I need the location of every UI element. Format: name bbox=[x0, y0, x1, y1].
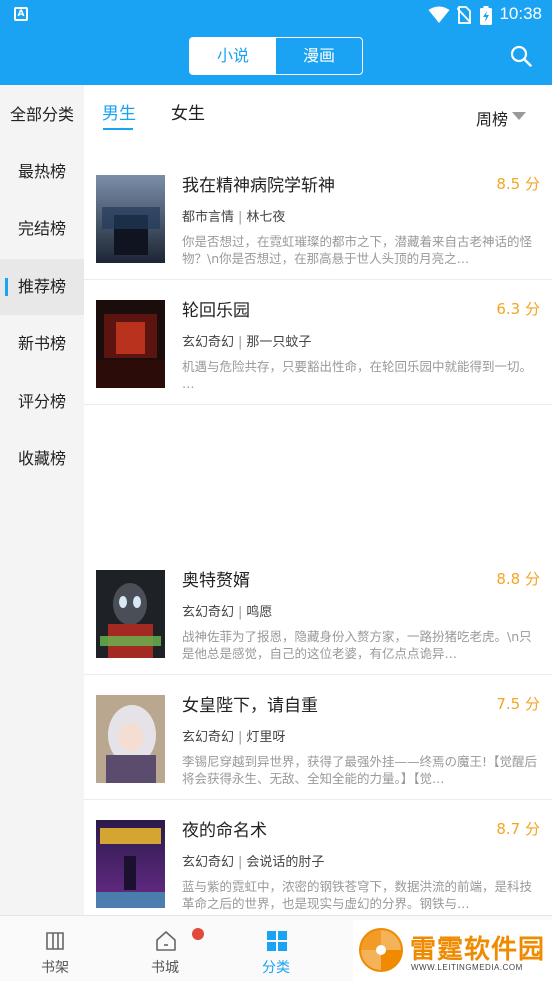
book-score: 8.5 分 bbox=[496, 175, 540, 193]
watermark-title: 雷霆软件园 bbox=[410, 935, 546, 965]
book-meta: 玄幻奇幻 | 灯里呀 bbox=[182, 726, 285, 745]
book-item[interactable]: 轮回乐园 6.3 分 玄幻奇幻 | 那一只蚊子 机遇与危险共存，只要豁出性命，在轮回… bbox=[84, 280, 552, 405]
book-meta: 都市言情 | 林七夜 bbox=[182, 206, 285, 225]
nav-label: 书架 bbox=[41, 960, 69, 976]
sidebar-item-label: 评分榜 bbox=[17, 392, 66, 411]
meta-divider: | bbox=[238, 605, 243, 620]
book-score: 8.8 分 bbox=[496, 570, 540, 588]
book-item[interactable]: 女皇陛下，请自重 7.5 分 玄幻奇幻 | 灯里呀 李锡尼穿越到异世界，获得了最强外… bbox=[84, 675, 552, 800]
app-notification-icon: A bbox=[14, 7, 28, 21]
book-cover bbox=[96, 695, 165, 783]
sidebar-item-completed[interactable]: 完结榜 bbox=[0, 201, 84, 257]
meta-divider: | bbox=[238, 855, 243, 870]
book-author: 会说话的肘子 bbox=[246, 855, 325, 870]
meta-divider: | bbox=[238, 730, 243, 745]
book-description: 战神佐菲为了报恩，隐藏身份入赘方家，一路扮猪吃老虎。\n只是他总是感觉，自己的这… bbox=[182, 629, 532, 661]
active-indicator bbox=[5, 278, 8, 296]
book-category: 玄幻奇幻 bbox=[182, 605, 235, 620]
sidebar-item-label: 收藏榜 bbox=[17, 449, 66, 468]
book-cover bbox=[96, 300, 165, 388]
status-time: 10:38 bbox=[499, 4, 542, 23]
book-cover bbox=[96, 570, 165, 658]
notification-badge bbox=[192, 928, 204, 940]
nav-bookshelf[interactable]: 书架 bbox=[0, 916, 110, 981]
book-author: 鸣愿 bbox=[246, 605, 273, 620]
book-description: 机遇与危险共存，只要豁出性命，在轮回乐园中就能得到一切。 … bbox=[182, 359, 533, 391]
book-cover bbox=[96, 175, 165, 263]
book-description: 李锡尼穿越到异世界，获得了最强外挂——终焉の魔王!【觉醒后将会获得永生、无敌、全… bbox=[182, 754, 538, 786]
book-title: 我在精神病院学斩神 bbox=[182, 176, 335, 196]
book-title: 轮回乐园 bbox=[182, 301, 250, 321]
book-title: 夜的命名术 bbox=[182, 821, 267, 841]
book-description: 蓝与紫的霓虹中，浓密的钢铁苍穹下，数据洪流的前端，是科技革命之后的世界，也是现实… bbox=[182, 879, 533, 911]
content-type-switch: 小说 漫画 bbox=[189, 37, 363, 75]
book-description: 你是否想过，在霓虹璀璨的都市之下，潜藏着来自古老神话的怪物？\n你是否想过，在那… bbox=[182, 234, 533, 266]
sidebar-item-rating[interactable]: 评分榜 bbox=[0, 374, 84, 430]
chevron-down-icon[interactable] bbox=[512, 112, 526, 120]
status-bar: A 10:38 bbox=[0, 0, 552, 30]
book-meta: 玄幻奇幻 | 会说话的肘子 bbox=[182, 851, 324, 870]
sidebar-item-label: 新书榜 bbox=[17, 334, 66, 353]
home-icon bbox=[156, 931, 176, 951]
top-app-bar: A 10:38 小说 漫画 bbox=[0, 0, 552, 85]
watermark: 雷霆软件园 WWW.LEITINGMEDIA.COM bbox=[353, 920, 552, 981]
search-icon[interactable] bbox=[510, 45, 532, 67]
battery-charging-icon bbox=[480, 6, 492, 25]
meta-divider: | bbox=[238, 210, 243, 225]
ranking-sidebar: 全部分类 最热榜 完结榜 推荐榜 新书榜 评分榜 收藏榜 bbox=[0, 85, 84, 915]
book-meta: 玄幻奇幻 | 鸣愿 bbox=[182, 601, 272, 620]
sidebar-item-label: 最热榜 bbox=[17, 162, 66, 181]
book-meta: 玄幻奇幻 | 那一只蚊子 bbox=[182, 331, 311, 350]
sidebar-item-recommended[interactable]: 推荐榜 bbox=[0, 259, 84, 315]
nav-label: 分类 bbox=[262, 960, 290, 976]
book-category: 玄幻奇幻 bbox=[182, 730, 235, 745]
no-sim-icon bbox=[457, 6, 471, 24]
book-item[interactable]: 夜的命名术 8.7 分 玄幻奇幻 | 会说话的肘子 蓝与紫的霓虹中，浓密的钢铁苍穹下… bbox=[84, 800, 552, 915]
watermark-logo-icon bbox=[359, 928, 403, 972]
book-cover bbox=[96, 820, 165, 908]
bookshelf-icon bbox=[46, 932, 64, 950]
book-score: 7.5 分 bbox=[496, 695, 540, 713]
tab-female[interactable]: 女生 bbox=[171, 99, 205, 124]
book-item[interactable]: 我在精神病院学斩神 8.5 分 都市言情 | 林七夜 你是否想过，在霓虹璀璨的都市之… bbox=[84, 155, 552, 280]
wifi-icon bbox=[428, 6, 450, 23]
sidebar-item-label: 推荐榜 bbox=[17, 277, 66, 296]
sidebar-item-new-books[interactable]: 新书榜 bbox=[0, 316, 84, 372]
period-dropdown[interactable]: 周榜 bbox=[476, 106, 508, 130]
book-category: 都市言情 bbox=[182, 210, 235, 225]
book-score: 8.7 分 bbox=[496, 820, 540, 838]
tab-novel[interactable]: 小说 bbox=[190, 38, 276, 74]
book-author: 那一只蚊子 bbox=[246, 335, 312, 350]
book-title: 女皇陛下，请自重 bbox=[182, 696, 318, 716]
sidebar-item-label: 全部分类 bbox=[9, 105, 74, 124]
sidebar-item-favorites[interactable]: 收藏榜 bbox=[0, 431, 84, 487]
book-category: 玄幻奇幻 bbox=[182, 335, 235, 350]
book-title: 奥特赘婿 bbox=[182, 571, 250, 591]
book-author: 林七夜 bbox=[246, 210, 286, 225]
nav-bookstore[interactable]: 书城 bbox=[110, 916, 220, 981]
tab-underline bbox=[103, 128, 133, 130]
sidebar-item-hottest[interactable]: 最热榜 bbox=[0, 144, 84, 200]
category-grid-icon bbox=[267, 931, 287, 951]
sidebar-item-label: 完结榜 bbox=[17, 219, 66, 238]
watermark-url: WWW.LEITINGMEDIA.COM bbox=[411, 963, 523, 972]
book-item[interactable]: 奥特赘婿 8.8 分 玄幻奇幻 | 鸣愿 战神佐菲为了报恩，隐藏身份入赘方家，一路扮… bbox=[84, 550, 552, 675]
book-author: 灯里呀 bbox=[246, 730, 286, 745]
tab-comic[interactable]: 漫画 bbox=[276, 38, 362, 74]
nav-label: 书城 bbox=[151, 960, 179, 976]
book-category: 玄幻奇幻 bbox=[182, 855, 235, 870]
book-score: 6.3 分 bbox=[496, 300, 540, 318]
tab-male[interactable]: 男生 bbox=[102, 99, 136, 124]
meta-divider: | bbox=[238, 335, 243, 350]
sidebar-item-all-categories[interactable]: 全部分类 bbox=[0, 87, 84, 143]
nav-category[interactable]: 分类 bbox=[221, 916, 331, 981]
